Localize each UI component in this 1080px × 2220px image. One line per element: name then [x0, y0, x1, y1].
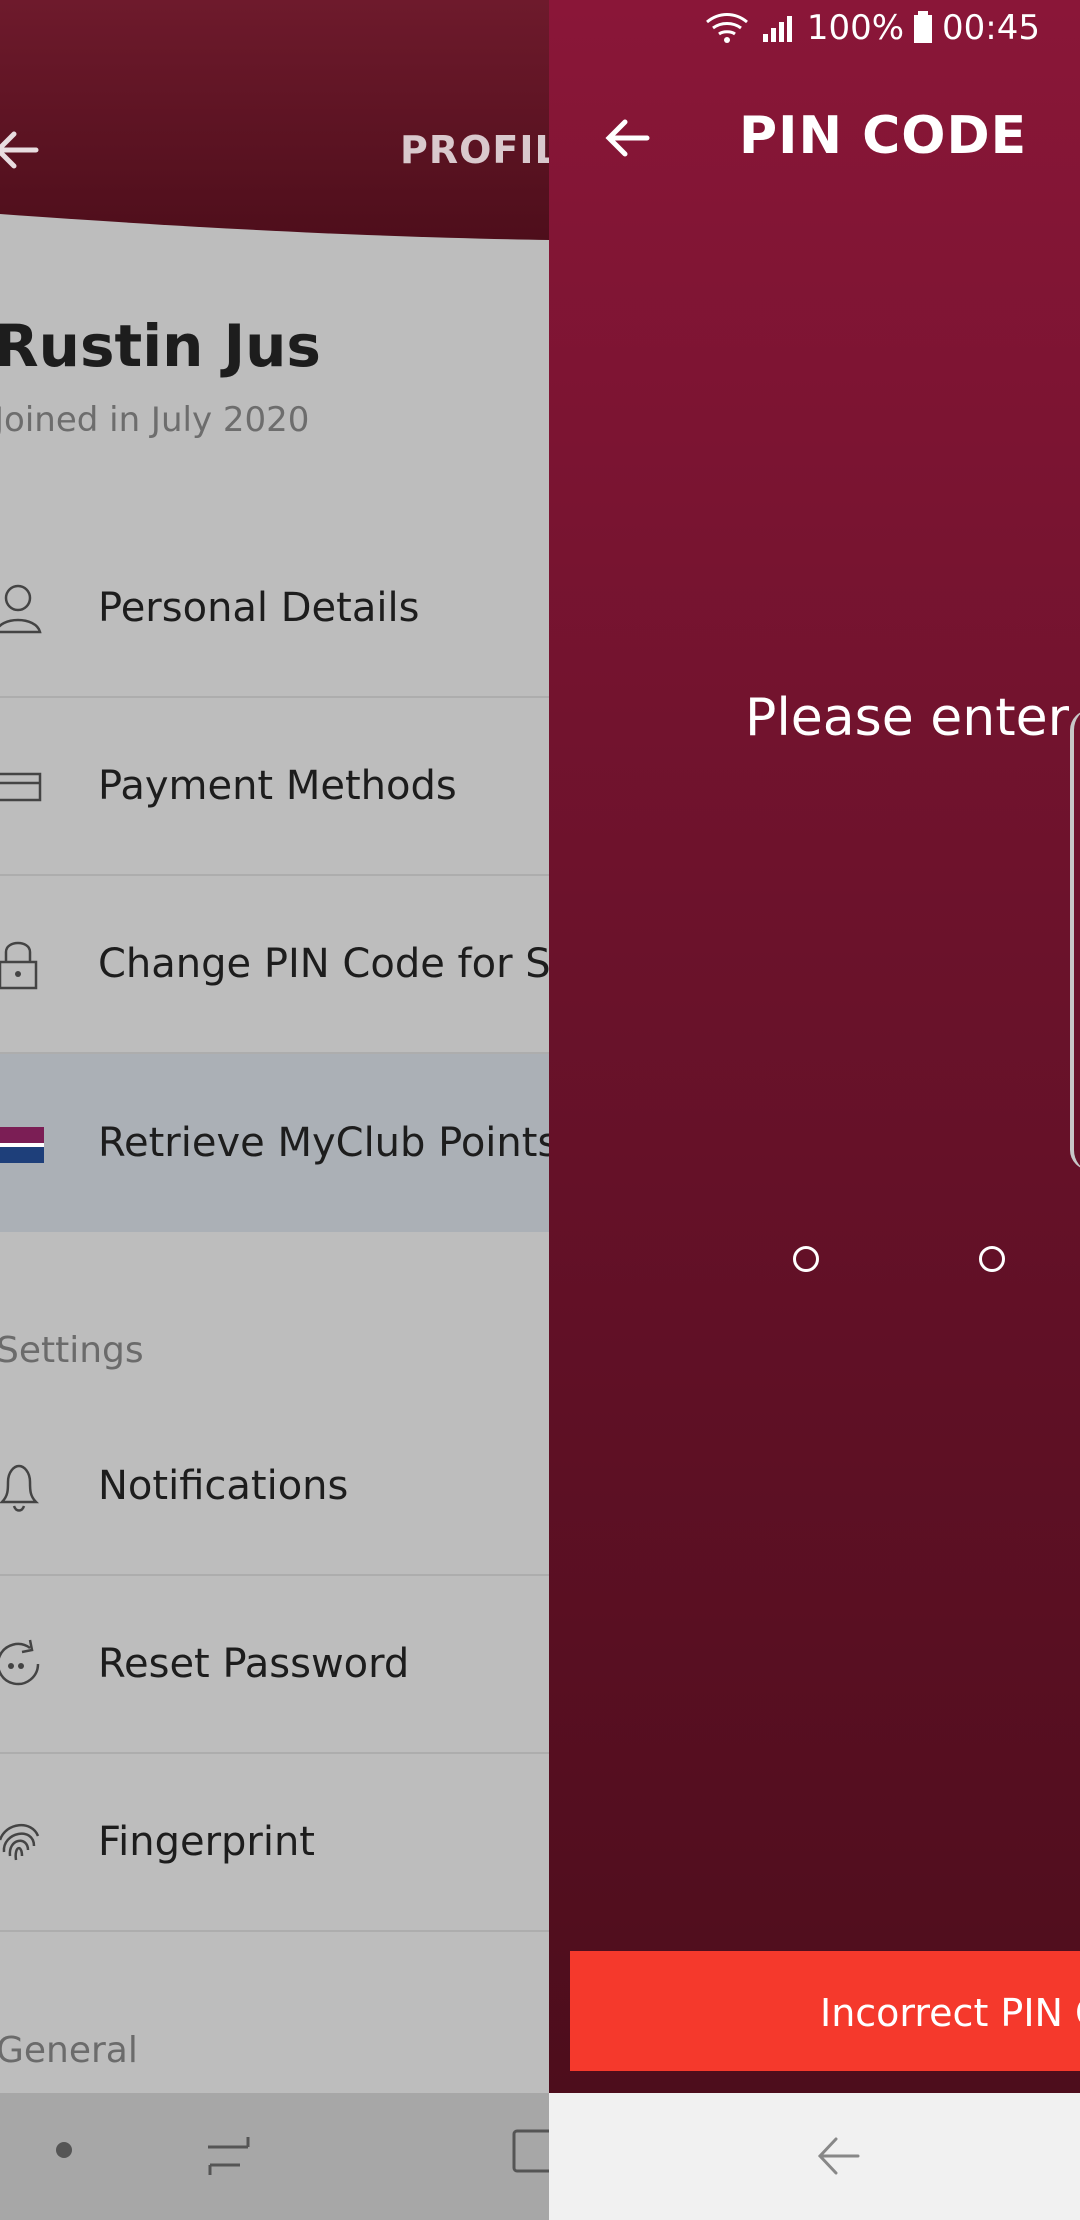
menu-item-label: Change PIN Code for SH — [98, 941, 549, 987]
menu-item-change-pin[interactable]: Change PIN Code for SH — [0, 876, 549, 1054]
system-back-icon[interactable] — [814, 2133, 864, 2179]
battery-icon — [914, 11, 933, 43]
recents-icon[interactable] — [200, 2129, 260, 2179]
general-section-title: General — [0, 2030, 138, 2071]
menu-item-label: Personal Details — [98, 585, 420, 631]
system-nav-bar-right — [549, 2093, 1080, 2220]
pin-screen: 100% 00:45 PIN CODE Please enter Incorre… — [549, 0, 1080, 2093]
menu-item-personal-details[interactable]: Personal Details — [0, 520, 549, 698]
clock: 00:45 — [942, 8, 1040, 48]
bell-icon — [0, 1464, 40, 1512]
profile-panel: PROFILE Rustin Jus Joined in July 2020 P… — [0, 0, 549, 2220]
card-icon — [0, 772, 42, 802]
user-name: Rustin Jus — [0, 312, 321, 380]
error-snackbar: Incorrect PIN C — [570, 1951, 1080, 2071]
menu-item-label: Retrieve MyClub Points — [98, 1120, 549, 1166]
menu-item-payment-methods[interactable]: Payment Methods — [0, 698, 549, 876]
menu-item-label: Reset Password — [98, 1641, 410, 1687]
keyboard-panel-edge — [1070, 710, 1080, 1170]
lock-icon — [0, 941, 38, 990]
pin-dot — [793, 1246, 819, 1272]
error-message: Incorrect PIN C — [820, 1991, 1080, 2035]
menu-item-retrieve-myclub-points[interactable]: Retrieve MyClub Points — [0, 1054, 549, 1232]
profile-header — [0, 0, 549, 240]
menu-item-label: Payment Methods — [98, 763, 457, 809]
menu-item-reset-password[interactable]: Reset Password — [0, 1576, 549, 1754]
settings-section-title: Settings — [0, 1330, 144, 1371]
dot-icon[interactable] — [52, 2138, 76, 2162]
signal-icon — [762, 16, 792, 42]
profile-title: PROFILE — [400, 128, 549, 172]
user-icon — [0, 584, 42, 634]
back-arrow-icon[interactable] — [599, 108, 659, 168]
page-title: PIN CODE — [739, 106, 1028, 166]
menu-item-label: Notifications — [98, 1463, 349, 1509]
battery-percent: 100% — [806, 8, 905, 48]
pin-prompt: Please enter — [745, 688, 1069, 748]
pin-dot — [979, 1246, 1005, 1272]
menu-item-fingerprint[interactable]: Fingerprint — [0, 1754, 549, 1932]
back-arrow-icon[interactable] — [0, 120, 48, 180]
system-nav-bar — [0, 2093, 554, 2220]
status-bar: 100% 00:45 — [703, 8, 1040, 48]
wifi-icon — [705, 13, 748, 43]
menu-item-label: Fingerprint — [98, 1819, 315, 1865]
reset-password-icon — [0, 1639, 40, 1686]
myclub-card-icon — [0, 1127, 44, 1163]
fingerprint-icon — [0, 1824, 40, 1861]
menu-item-notifications[interactable]: Notifications — [0, 1398, 549, 1576]
joined-date: Joined in July 2020 — [0, 400, 310, 440]
